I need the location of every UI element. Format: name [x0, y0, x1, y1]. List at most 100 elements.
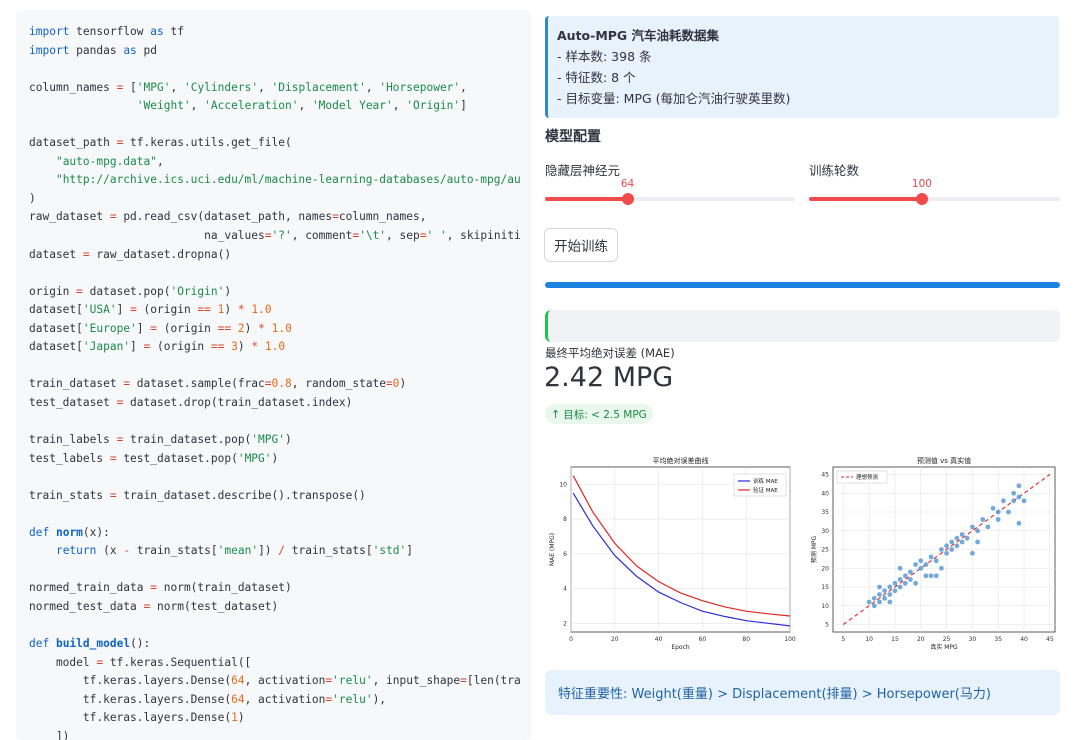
code-line: ]) [29, 728, 531, 740]
start-training-button[interactable]: 开始训练 [544, 228, 618, 262]
code-token: 64 [231, 692, 245, 706]
code-token: 'relu' [332, 692, 373, 706]
code-token: , sep [386, 229, 420, 243]
code-line: tf.keras.layers.Dense(64, activation='re… [29, 672, 531, 691]
code-token: 'Acceleration' [204, 99, 299, 113]
scatter-chart-y-tick: 5 [825, 622, 829, 629]
scatter-point [871, 595, 877, 601]
code-block[interactable]: import tensorflow as tf import pandas as … [16, 10, 531, 740]
code-token: dataset [29, 247, 83, 261]
mae-chart-y-label: MAE (MPG) [549, 533, 556, 566]
scatter-point [871, 603, 877, 609]
scatter-point [985, 524, 991, 530]
scatter-point [970, 524, 975, 530]
code-token: * [237, 303, 245, 317]
code-line: tf.keras.layers.Dense(64, activation='re… [29, 691, 531, 710]
code-token: test_dataset.pop( [116, 451, 238, 465]
scatter-chart-x-tick: 40 [1020, 636, 1028, 643]
scatter-point [928, 554, 934, 560]
scatter-point [954, 543, 960, 549]
code-token: , [258, 80, 272, 94]
epochs-slider[interactable] [809, 193, 1060, 205]
code-token: train_stats[ [285, 544, 373, 558]
scatter-point [949, 547, 955, 552]
code-token: 2 [237, 321, 245, 335]
epochs-slider-handle[interactable] [915, 193, 928, 205]
code-token: 3 [231, 340, 238, 354]
scatter-chart-y-tick: 30 [821, 528, 829, 535]
code-token: def [29, 637, 50, 651]
code-editor[interactable]: import tensorflow as tf import pandas as … [16, 10, 531, 740]
mae-chart-x-tick: 100 [784, 636, 796, 643]
code-token: norm(train_dataset) [157, 581, 292, 595]
code-token: (origin [150, 340, 211, 354]
code-line: train_labels = train_dataset.pop('MPG') [29, 431, 531, 450]
scatter-point [995, 517, 1001, 522]
legend-label: 理想预测 [856, 473, 879, 481]
code-line: model = tf.keras.Sequential([ [29, 654, 531, 673]
mae-chart-x-tick: 0 [569, 636, 573, 643]
code-line: origin = dataset.pop('Origin') [29, 283, 531, 302]
code-line: train_dataset = dataset.sample(frac=0.8,… [29, 375, 531, 394]
scatter-point [913, 562, 918, 567]
code-token: ] [460, 99, 467, 113]
code-token: = [76, 284, 83, 298]
scatter-point [877, 599, 882, 605]
code-token: "http://archive.ics.uci.edu/ml/machine-l… [55, 173, 521, 187]
scatter-point [902, 573, 908, 579]
code-token: , activation [244, 692, 326, 706]
code-token: 'Cylinders' [183, 80, 259, 94]
scatter-chart-x-tick: 35 [994, 636, 1002, 643]
code-token: ) [399, 377, 407, 391]
mae-chart-y-tick: 6 [563, 551, 567, 558]
code-token: , comment [291, 229, 353, 243]
scatter-point [897, 584, 903, 590]
training-progress-bar [545, 282, 1060, 288]
code-token: ] [406, 544, 414, 558]
scatter-point [877, 592, 882, 597]
code-token: dataset.drop(train_dataset.index) [123, 395, 353, 409]
code-token: norm [55, 525, 83, 539]
scatter-point [1011, 490, 1017, 496]
code-token: ] [136, 321, 151, 335]
epochs-slider-fill [809, 197, 922, 201]
scatter-point [933, 573, 939, 579]
code-token: == [197, 303, 211, 317]
code-token: , [298, 99, 312, 113]
code-token: ] [116, 303, 131, 317]
scatter-point [887, 599, 893, 605]
scatter-point [908, 569, 913, 575]
mae-chart-x-tick: 80 [742, 636, 750, 643]
scatter-point [1011, 498, 1017, 504]
scatter-point [1006, 509, 1011, 515]
code-line: def norm(x): [29, 524, 531, 543]
scatter-chart-y-tick: 35 [821, 509, 829, 516]
code-token: '\t' [359, 229, 387, 243]
code-token: 'MPG' [237, 451, 272, 465]
code-token: [len(tra [466, 674, 521, 688]
scatter-point [975, 539, 980, 545]
code-token: ] [130, 340, 144, 354]
hidden-units-slider-handle[interactable] [621, 193, 634, 205]
scatter-chart-x-tick: 30 [969, 636, 977, 643]
scatter-point [923, 562, 929, 567]
code-line: dataset['Europe'] = (origin == 2) * 1.0 [29, 320, 531, 339]
code-token: , skipiniti [446, 229, 521, 243]
code-token: column_names, [338, 210, 427, 224]
code-token: dataset[ [29, 321, 83, 335]
code-line: test_dataset = dataset.drop(train_datase… [29, 394, 531, 413]
model-config-title: 模型配置 [545, 129, 601, 145]
code-token: test_dataset [29, 395, 117, 409]
hidden-units-slider[interactable] [545, 193, 795, 205]
code-token: 'mean' [217, 544, 259, 558]
target-variable: - 目标变量: MPG (每加仑汽油行驶英里数) [557, 91, 791, 106]
feature-importance-text: 特征重要性: Weight(重量) > Displacement(排量) > H… [558, 687, 991, 702]
scatter-point [1001, 498, 1006, 504]
metric-value: 2.42 MPG [544, 362, 674, 393]
code-token: == [217, 321, 232, 335]
code-token: = [264, 229, 272, 243]
scatter-point [1021, 498, 1027, 504]
scatter-point [882, 595, 887, 601]
